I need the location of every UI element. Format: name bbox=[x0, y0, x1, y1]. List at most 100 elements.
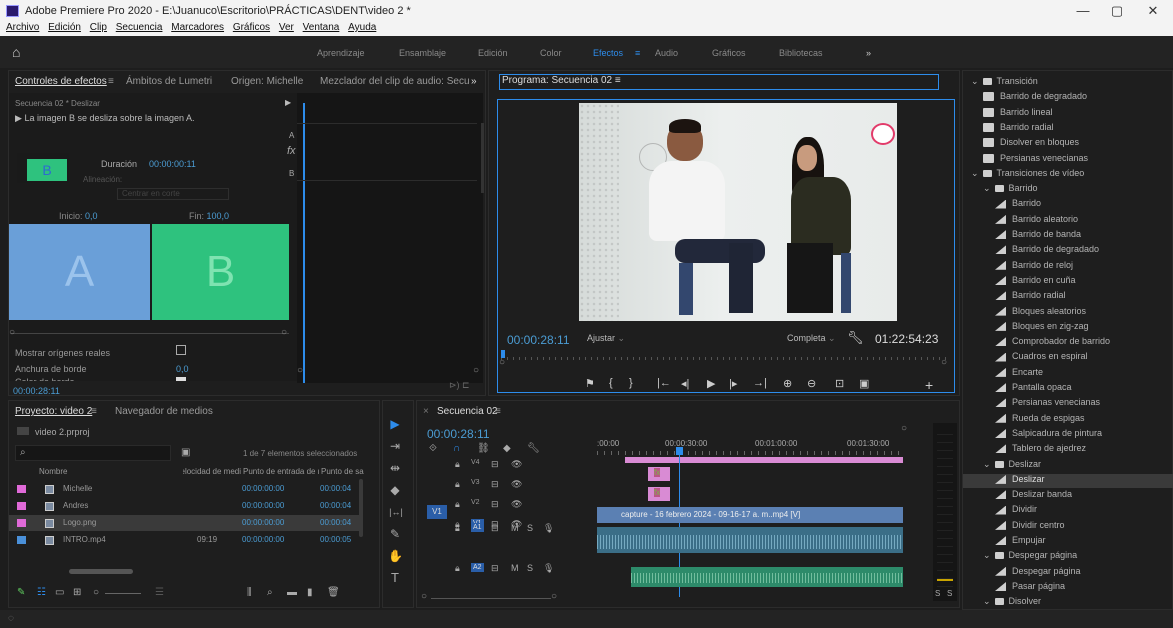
clip-a1[interactable] bbox=[597, 527, 903, 553]
menu-edicion[interactable]: Edición bbox=[48, 22, 81, 33]
solo-button[interactable]: S bbox=[527, 563, 533, 573]
label-color-swatch[interactable] bbox=[17, 502, 26, 510]
effects-item[interactable]: Barrido radial bbox=[963, 290, 1173, 304]
effects-item[interactable]: Empujar bbox=[963, 535, 1173, 549]
workspace-graficos[interactable]: Gráficos bbox=[712, 48, 746, 58]
effects-item[interactable]: Pasar página bbox=[963, 581, 1173, 595]
mini-scrollbar[interactable] bbox=[481, 123, 484, 193]
effects-item[interactable]: Tablero de ajedrez bbox=[963, 443, 1173, 457]
effects-folder[interactable]: ⌄ Despegar página bbox=[963, 550, 1173, 564]
button-editor-plus[interactable]: + bbox=[925, 377, 933, 393]
find-icon[interactable]: ⌕ bbox=[267, 587, 273, 598]
project-search-input[interactable]: ⌕ bbox=[15, 445, 171, 461]
workspace-menu-icon[interactable]: ≡ bbox=[635, 48, 640, 58]
chevron-down-icon[interactable]: ⌄ bbox=[983, 596, 991, 606]
chevron-down-icon[interactable]: ⌄ bbox=[983, 459, 991, 469]
timeline-zoom-right[interactable]: ○ bbox=[551, 591, 557, 602]
timeline-v-scroll[interactable]: ○ bbox=[901, 423, 907, 434]
menu-secuencia[interactable]: Secuencia bbox=[116, 22, 163, 33]
effects-folder[interactable]: ⌄ Barrido bbox=[963, 183, 1173, 197]
effects-item[interactable]: Barrido de degradado bbox=[963, 91, 1173, 105]
workspace-ensamblaje[interactable]: Ensamblaje bbox=[399, 48, 446, 58]
freeform-view-icon[interactable]: ⊞ bbox=[73, 587, 81, 598]
step-forward-button[interactable]: |▸ bbox=[729, 377, 737, 390]
zoom-slider-track[interactable] bbox=[105, 593, 141, 594]
track-label[interactable]: V4 bbox=[471, 459, 480, 466]
workspace-aprendizaje[interactable]: Aprendizaje bbox=[317, 48, 365, 58]
source-patch-v1[interactable]: V1 bbox=[427, 505, 447, 519]
track-header[interactable]: 🔒︎ A2 ⊟ M S 🎙︎ bbox=[447, 561, 595, 581]
end-value[interactable]: 100,0 bbox=[207, 211, 230, 221]
quality-dropdown[interactable]: Completa ⌄ bbox=[787, 331, 849, 345]
wrench-icon[interactable]: 🔧︎ bbox=[847, 330, 864, 346]
program-zoom-right[interactable]: ○ bbox=[941, 357, 947, 368]
go-to-in-button[interactable]: |← bbox=[657, 377, 671, 389]
effects-item[interactable]: Barrido bbox=[963, 198, 1173, 212]
col-out[interactable]: Punto de sa bbox=[321, 467, 367, 476]
effects-item[interactable]: Persianas venecianas bbox=[963, 397, 1173, 411]
add-marker-icon[interactable]: ◆ bbox=[503, 443, 511, 454]
clip-v2[interactable]: fx bbox=[648, 487, 670, 501]
effects-item[interactable]: Barrido radial bbox=[963, 122, 1173, 136]
program-timecode[interactable]: 00:00:28:11 bbox=[507, 333, 570, 347]
col-rate[interactable]: Velocidad de medi bbox=[183, 467, 241, 476]
solo-button[interactable]: S bbox=[527, 523, 533, 533]
close-button[interactable]: ✕ bbox=[1138, 3, 1168, 19]
comparison-view-button[interactable]: ▣ bbox=[859, 377, 869, 390]
hand-tool[interactable]: ✋ bbox=[388, 549, 403, 563]
menu-ver[interactable]: Ver bbox=[279, 22, 294, 33]
slip-tool[interactable]: |↔| bbox=[386, 505, 406, 519]
more-panels-icon[interactable]: » bbox=[471, 76, 477, 87]
menu-ayuda[interactable]: Ayuda bbox=[348, 22, 376, 33]
effects-item[interactable]: Dividir centro bbox=[963, 520, 1173, 534]
project-v-scrollbar[interactable] bbox=[359, 479, 363, 537]
menu-ventana[interactable]: Ventana bbox=[303, 22, 340, 33]
chevron-down-icon[interactable]: ⌄ bbox=[971, 168, 979, 178]
timeline-timecode[interactable]: 00:00:28:11 bbox=[427, 427, 490, 441]
meter-solo-left[interactable]: S bbox=[935, 589, 940, 598]
menu-archivo[interactable]: Archivo bbox=[6, 22, 39, 33]
track-select-tool[interactable]: ⇥ bbox=[388, 439, 402, 453]
effects-item[interactable]: Barrido aleatorio bbox=[963, 214, 1173, 228]
project-row[interactable]: Logo.png 00:00:00:00 00:00:04 bbox=[9, 515, 359, 531]
show-sources-checkbox[interactable] bbox=[176, 345, 186, 355]
snap-icon[interactable]: ∩ bbox=[453, 443, 460, 454]
lock-icon[interactable]: 🔒︎ bbox=[455, 563, 460, 574]
effect-controls-timecode[interactable]: 00:00:28:11 bbox=[13, 386, 60, 396]
track-header[interactable]: 🔒︎ V3 ⊟ 👁︎ bbox=[447, 477, 595, 491]
timeline-playhead-handle[interactable] bbox=[676, 447, 683, 455]
alignment-dropdown[interactable]: Centrar en corte bbox=[117, 188, 229, 200]
effects-folder[interactable]: ⌄ Deslizar bbox=[963, 459, 1173, 473]
start-value[interactable]: 0,0 bbox=[85, 211, 98, 221]
effects-item[interactable]: Disolver en bloques bbox=[963, 137, 1173, 151]
mini-zoom-handle-right[interactable]: ○ bbox=[473, 365, 479, 376]
sync-lock-icon[interactable]: ⊟ bbox=[491, 459, 499, 470]
new-item-icon[interactable]: ▮ bbox=[307, 587, 313, 598]
home-icon[interactable]: ⌂ bbox=[12, 44, 20, 60]
extract-button[interactable]: ⊖ bbox=[807, 377, 816, 390]
effects-item[interactable]: Persianas venecianas bbox=[963, 153, 1173, 167]
project-row[interactable]: Andres 00:00:00:00 00:00:04 bbox=[9, 498, 359, 514]
effects-item[interactable]: Encarte bbox=[963, 367, 1173, 381]
ripple-edit-tool[interactable]: ⇹ bbox=[388, 461, 402, 475]
new-search-bin-icon[interactable]: ▣ bbox=[181, 447, 190, 458]
tab-source[interactable]: Origen: Michelle bbox=[231, 76, 303, 87]
project-h-scrollbar[interactable] bbox=[69, 569, 133, 574]
tab-effect-controls[interactable]: Controles de efectos bbox=[15, 76, 107, 87]
label-color-swatch[interactable] bbox=[17, 519, 26, 527]
video-frame[interactable] bbox=[579, 103, 897, 321]
menu-clip[interactable]: Clip bbox=[90, 22, 107, 33]
timeline-menu-icon[interactable]: ≡ bbox=[495, 406, 501, 417]
effects-item[interactable]: Barrido lineal bbox=[963, 107, 1173, 121]
lock-icon[interactable]: 🔒︎ bbox=[455, 459, 460, 470]
slider-track[interactable] bbox=[11, 333, 289, 334]
fit-dropdown[interactable]: Ajustar ⌄ bbox=[587, 331, 649, 345]
mark-in-button[interactable]: { bbox=[609, 377, 613, 389]
tab-lumetri-scopes[interactable]: Ámbitos de Lumetri bbox=[126, 76, 212, 87]
track-header[interactable]: 🔒︎ V4 ⊟ 👁︎ bbox=[447, 457, 595, 471]
play-button[interactable]: ▶ bbox=[707, 377, 715, 390]
sync-lock-icon[interactable]: ⊟ bbox=[491, 523, 499, 534]
workspace-color[interactable]: Color bbox=[540, 48, 562, 58]
icon-view-icon[interactable]: ▭ bbox=[55, 587, 64, 598]
effects-item[interactable]: Barrido en cuña bbox=[963, 275, 1173, 289]
